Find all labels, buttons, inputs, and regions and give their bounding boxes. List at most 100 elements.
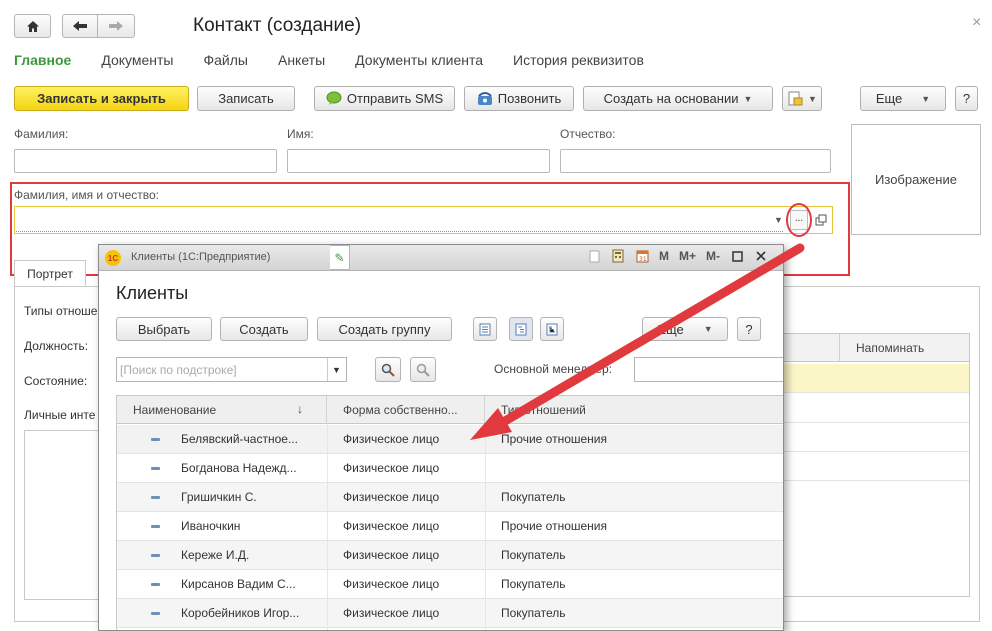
logo-1c-icon: 1С bbox=[105, 250, 121, 266]
tab-questionnaires[interactable]: Анкеты bbox=[278, 52, 325, 68]
table-row[interactable]: Гришичкин С. Физическое лицо Покупатель bbox=[117, 483, 783, 512]
divider bbox=[781, 422, 969, 423]
popup-help-button[interactable]: ? bbox=[737, 317, 761, 341]
row-name: Коробейников Игор... bbox=[181, 606, 300, 620]
tab-files[interactable]: Файлы bbox=[204, 52, 248, 68]
chevron-down-icon[interactable]: ▼ bbox=[327, 358, 345, 381]
call-button[interactable]: Позвонить bbox=[464, 86, 574, 111]
help-button[interactable]: ? bbox=[955, 86, 978, 111]
cancel-find-button[interactable] bbox=[410, 357, 436, 382]
call-label: Позвонить bbox=[497, 91, 562, 106]
save-label: Записать bbox=[218, 91, 274, 106]
back-button[interactable] bbox=[62, 14, 98, 38]
reminders-row-selected[interactable] bbox=[781, 364, 969, 392]
divider bbox=[781, 480, 969, 481]
save-and-close-button[interactable]: Записать и закрыть bbox=[14, 86, 189, 111]
doc-icon[interactable] bbox=[587, 248, 601, 264]
interests-textarea[interactable] bbox=[24, 430, 100, 600]
hierarchy-icon bbox=[546, 323, 558, 335]
item-icon bbox=[151, 554, 160, 557]
row-name: Белявский-частное... bbox=[181, 432, 298, 446]
save-button[interactable]: Записать bbox=[197, 86, 295, 111]
create-group-button[interactable]: Создать группу bbox=[317, 317, 452, 341]
item-icon bbox=[151, 467, 160, 470]
image-placeholder[interactable]: Изображение bbox=[851, 124, 981, 235]
select-label: Выбрать bbox=[137, 321, 191, 337]
print-menu-button[interactable]: ▼ bbox=[782, 86, 822, 111]
popup-tools: 31 M M+ M- bbox=[587, 248, 768, 264]
last-name-label: Фамилия: bbox=[14, 127, 69, 141]
table-row[interactable]: Иваночкин Физическое лицо Прочие отношен… bbox=[117, 512, 783, 541]
cancel-search-icon bbox=[416, 363, 430, 377]
table-row[interactable]: Кирсанов Вадим С... Физическое лицо Поку… bbox=[117, 570, 783, 599]
hierarchy-view-button[interactable] bbox=[540, 317, 564, 341]
memory-m-button[interactable]: M bbox=[659, 249, 669, 263]
home-button[interactable] bbox=[14, 14, 51, 38]
forward-button[interactable] bbox=[97, 14, 135, 38]
find-button[interactable] bbox=[375, 357, 401, 382]
calendar-icon[interactable]: 31 bbox=[635, 248, 649, 264]
row-name: Иваночкин bbox=[181, 519, 241, 533]
clients-popup: 1С Клиенты (1С:Предприятие) 31 M M+ M- К… bbox=[98, 244, 784, 631]
send-sms-button[interactable]: Отправить SMS bbox=[314, 86, 455, 111]
reminders-table: Напоминать bbox=[780, 333, 970, 597]
memory-minus-button[interactable]: M- bbox=[706, 249, 720, 263]
table-row[interactable]: Богданова Надежд... Физическое лицо bbox=[117, 454, 783, 483]
column-name[interactable]: Наименование ↓ bbox=[117, 396, 327, 424]
create-button[interactable]: Создать bbox=[220, 317, 308, 341]
calculator-icon[interactable] bbox=[611, 248, 625, 264]
first-name-input[interactable] bbox=[287, 149, 550, 173]
search-input[interactable]: [Поиск по подстроке] ▼ bbox=[116, 357, 347, 382]
table-row[interactable]: Коробейников Игор... Физическое лицо Пок… bbox=[117, 599, 783, 628]
middle-name-input[interactable] bbox=[560, 149, 831, 173]
tab-client-documents[interactable]: Документы клиента bbox=[355, 52, 483, 68]
column-ownership[interactable]: Форма собственно... bbox=[327, 396, 485, 424]
close-icon[interactable]: × bbox=[972, 14, 981, 32]
first-name-label: Имя: bbox=[287, 127, 314, 141]
column-relation[interactable]: Тип отношений bbox=[485, 396, 783, 424]
list-view-button[interactable] bbox=[473, 317, 497, 341]
close-icon[interactable] bbox=[754, 248, 768, 264]
window-title: Контакт (создание) bbox=[193, 15, 362, 36]
memory-plus-button[interactable]: M+ bbox=[679, 249, 696, 263]
item-icon bbox=[151, 612, 160, 615]
arrow-right-icon bbox=[109, 21, 123, 31]
more-button[interactable]: Еще ▼ bbox=[860, 86, 946, 111]
row-form: Физическое лицо bbox=[343, 461, 440, 475]
table-row[interactable]: Белявский-частное... Физическое лицо Про… bbox=[117, 425, 783, 454]
row-name: Кирсанов Вадим С... bbox=[181, 577, 296, 591]
chevron-down-icon: ▼ bbox=[921, 93, 931, 104]
save-and-close-label: Записать и закрыть bbox=[37, 91, 166, 106]
row-form: Физическое лицо bbox=[343, 432, 440, 446]
pencil-icon[interactable]: ✎ bbox=[330, 245, 350, 270]
state-label: Состояние: bbox=[24, 374, 88, 388]
tab-documents[interactable]: Документы bbox=[101, 52, 173, 68]
svg-text:31: 31 bbox=[639, 256, 647, 263]
popup-more-button[interactable]: Еще ▼ bbox=[642, 317, 728, 341]
maximize-icon[interactable] bbox=[730, 248, 744, 264]
tab-main[interactable]: Главное bbox=[14, 52, 71, 68]
annotation-circle bbox=[786, 203, 812, 237]
row-relation: Покупатель bbox=[501, 490, 566, 504]
row-name: Богданова Надежд... bbox=[181, 461, 297, 475]
chevron-down-icon: ▼ bbox=[703, 324, 713, 334]
table-row[interactable]: Кереже И.Д. Физическое лицо Покупатель bbox=[117, 541, 783, 570]
tab-requisites-history[interactable]: История реквизитов bbox=[513, 52, 644, 68]
remind-column-header[interactable]: Напоминать bbox=[839, 334, 969, 362]
last-name-input[interactable] bbox=[14, 149, 277, 173]
arrow-left-icon bbox=[73, 21, 87, 31]
tree-view-button[interactable] bbox=[509, 317, 533, 341]
row-name: Кереже И.Д. bbox=[181, 548, 250, 562]
send-sms-label: Отправить SMS bbox=[346, 91, 444, 106]
select-button[interactable]: Выбрать bbox=[116, 317, 212, 341]
create-based-on-button[interactable]: Создать на основании ▼ bbox=[583, 86, 773, 111]
manager-input[interactable] bbox=[634, 357, 783, 382]
tab-portrait[interactable]: Портрет bbox=[14, 260, 86, 286]
divider bbox=[781, 392, 969, 393]
create-group-label: Создать группу bbox=[338, 321, 431, 337]
popup-title-bar[interactable]: 1С Клиенты (1С:Предприятие) 31 M M+ M- bbox=[99, 245, 783, 271]
middle-name-label: Отчество: bbox=[560, 127, 616, 141]
row-form: Физическое лицо bbox=[343, 548, 440, 562]
tree-view-icon bbox=[515, 323, 527, 335]
row-relation: Прочие отношения bbox=[501, 519, 608, 533]
